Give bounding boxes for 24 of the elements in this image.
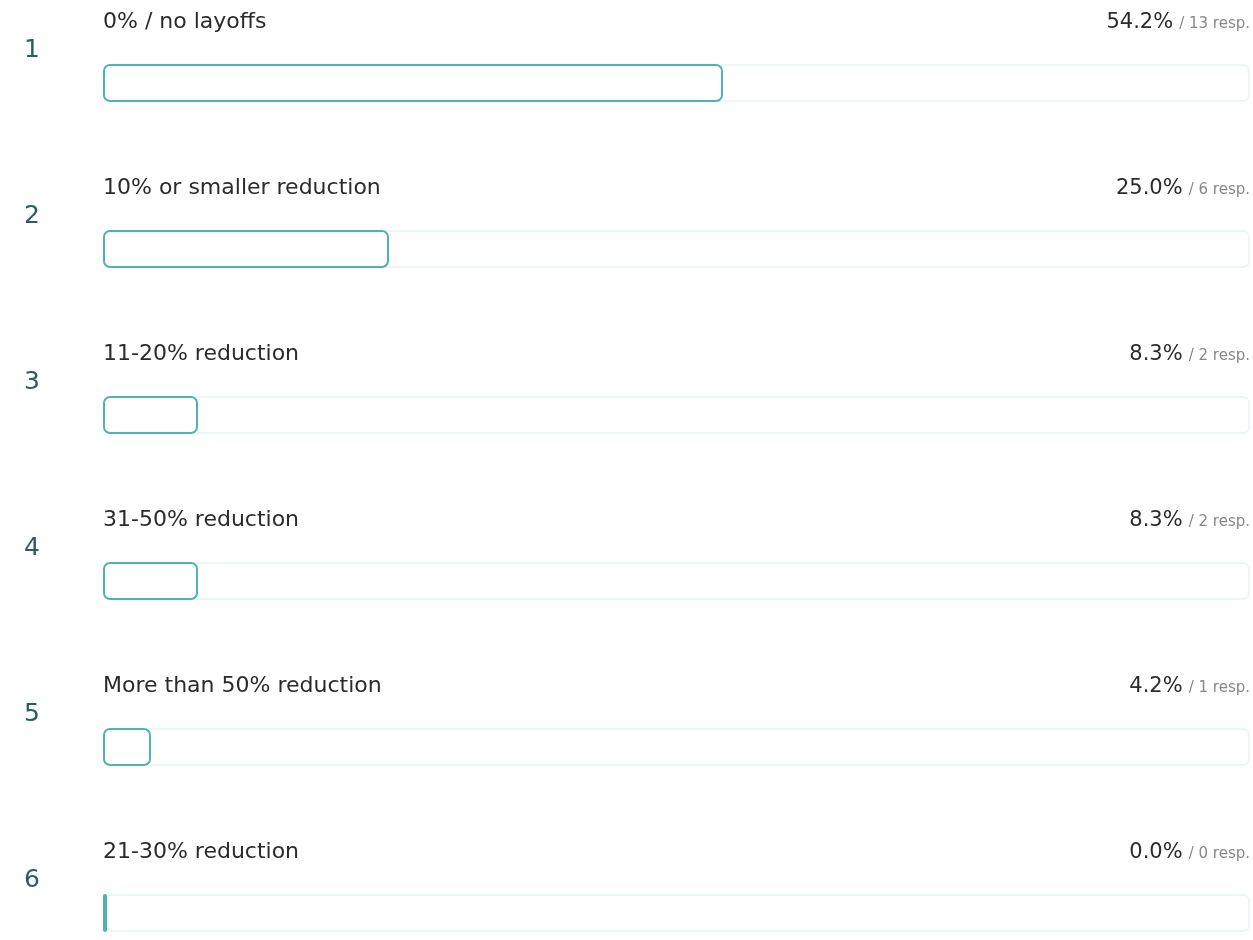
percent-value: 8.3% [1129, 507, 1183, 531]
option-label: 31-50% reduction [103, 506, 301, 531]
option-label: 11-20% reduction [103, 340, 301, 365]
response-count: / 6 resp. [1188, 180, 1250, 198]
response-count: / 1 resp. [1188, 678, 1250, 696]
percent-value: 54.2% [1106, 9, 1174, 33]
percent-value: 25.0% [1115, 175, 1183, 199]
rank-number: 5 [23, 698, 41, 727]
rank-number: 6 [23, 864, 41, 893]
rank-number: 4 [23, 532, 41, 561]
response-count: / 0 resp. [1188, 844, 1250, 862]
response-count: / 13 resp. [1179, 14, 1250, 32]
rank-number: 2 [23, 200, 41, 229]
response-count: / 2 resp. [1188, 346, 1250, 364]
rank-number: 3 [23, 366, 41, 395]
response-count: / 2 resp. [1188, 512, 1250, 530]
option-label: More than 50% reduction [103, 672, 383, 697]
option-label: 10% or smaller reduction [103, 174, 382, 199]
rank-number: 1 [23, 34, 41, 63]
percent-value: 4.2% [1129, 673, 1183, 697]
percent-value: 8.3% [1129, 341, 1183, 365]
option-label: 21-30% reduction [103, 838, 301, 863]
percent-value: 0.0% [1129, 839, 1183, 863]
option-label: 0% / no layoffs [103, 8, 268, 33]
